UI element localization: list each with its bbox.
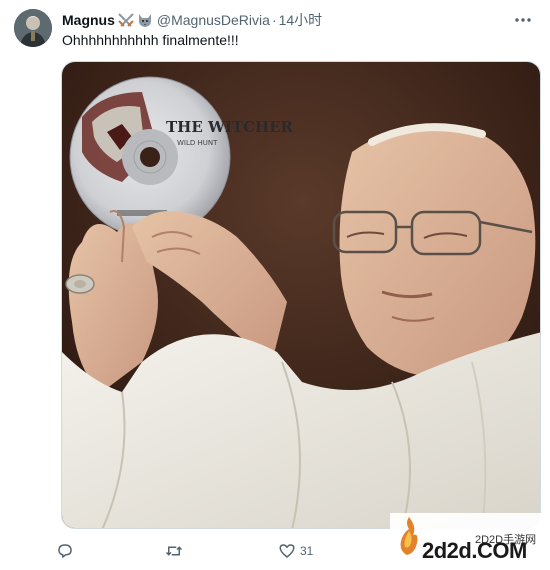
flame-logo-icon bbox=[397, 515, 421, 562]
author-name[interactable]: Magnus bbox=[62, 12, 115, 28]
author-handle[interactable]: @MagnusDeRivia bbox=[157, 12, 270, 28]
more-icon bbox=[515, 18, 531, 22]
avatar-image bbox=[14, 9, 52, 47]
reply-icon bbox=[58, 544, 72, 558]
tweet-timestamp[interactable]: 14小时 bbox=[279, 10, 323, 30]
tweet: Magnus @MagnusDeRivia · 14小时 Ohhhhhhhhhh… bbox=[0, 0, 550, 570]
tweet-actions: 31 bbox=[56, 539, 396, 563]
heart-icon bbox=[279, 544, 295, 558]
retweet-icon bbox=[165, 546, 183, 556]
tweet-header: Magnus @MagnusDeRivia · 14小时 bbox=[62, 11, 322, 29]
like-button[interactable]: 31 bbox=[278, 539, 313, 563]
like-count: 31 bbox=[300, 544, 314, 558]
retweet-button[interactable] bbox=[164, 539, 188, 563]
tweet-photo[interactable]: THE WITCHER WILD HUNT bbox=[61, 61, 541, 529]
pope-head bbox=[332, 123, 536, 378]
separator-dot: · bbox=[271, 12, 277, 28]
watermark-brand: 2d2d.COM bbox=[422, 538, 527, 563]
tweet-text: Ohhhhhhhhhhh finalmente!!! bbox=[62, 32, 239, 48]
disc-subtitle: WILD HUNT bbox=[177, 139, 218, 147]
wolf-icon bbox=[137, 12, 153, 28]
reply-button[interactable] bbox=[56, 539, 78, 563]
avatar[interactable] bbox=[14, 9, 52, 47]
crossed-swords-icon bbox=[117, 12, 135, 28]
more-options-button[interactable] bbox=[508, 10, 538, 30]
disc-title: THE WITCHER bbox=[166, 118, 294, 136]
